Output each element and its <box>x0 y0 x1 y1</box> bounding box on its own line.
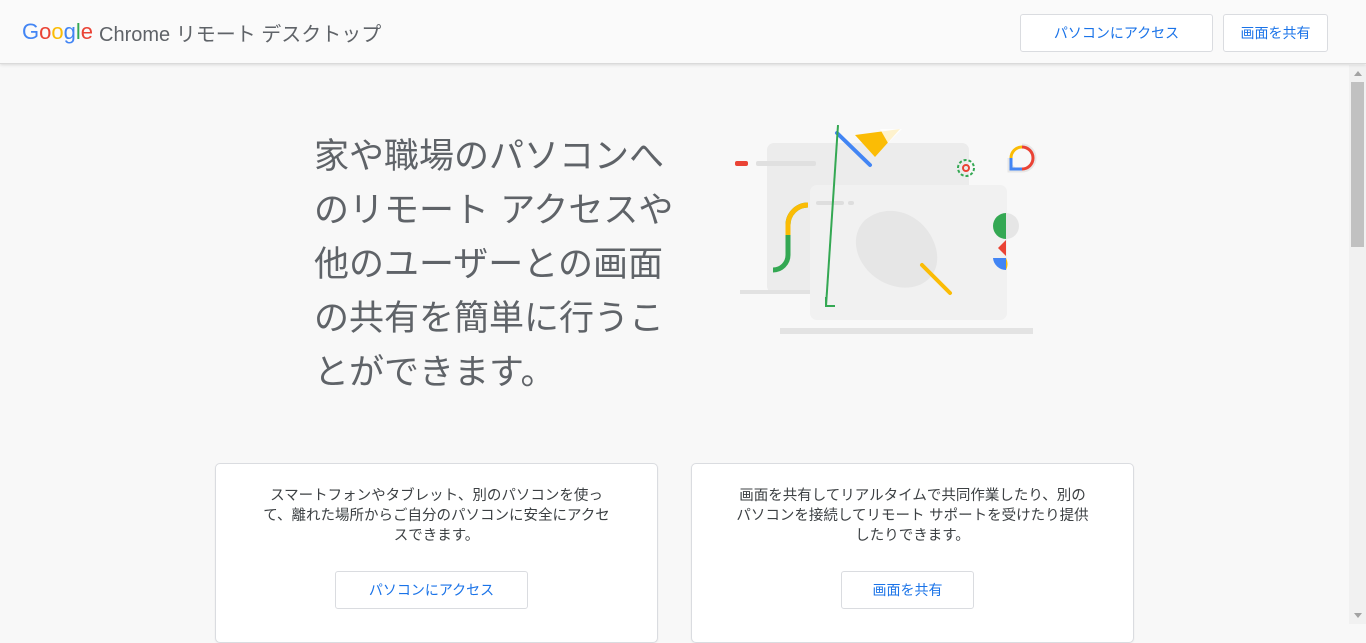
card-text-line: スできます。 <box>393 528 480 544</box>
hero-line: の共有を簡単に行うこ <box>314 299 665 339</box>
hero-line: のリモート アクセスや <box>314 191 674 231</box>
share-screen-button[interactable]: 画面を共有 <box>841 571 974 609</box>
hero-headline: 家や職場のパソコンへ のリモート アクセスや 他のユーザーとの画面 の共有を簡単… <box>314 130 704 400</box>
card-text-line: スマートフォンやタブレット、別のパソコンを使っ <box>270 488 603 504</box>
header-access-computer-button[interactable]: パソコンにアクセス <box>1020 14 1213 52</box>
hero-line: 家や職場のパソコンへ <box>314 137 665 177</box>
card-description: 画面を共有してリアルタイムで共同作業したり、別の パソコンを接続してリモート サ… <box>714 486 1111 546</box>
card-text-line: 画面を共有してリアルタイムで共同作業したり、別の <box>739 488 1086 504</box>
card-text-line: したりできます。 <box>855 528 970 544</box>
google-letter: o <box>39 19 52 44</box>
share-screen-card: 画面を共有してリアルタイムで共同作業したり、別の パソコンを接続してリモート サ… <box>691 463 1134 643</box>
scroll-thumb[interactable] <box>1351 82 1364 247</box>
product-name: Chrome リモート デスクトップ <box>99 23 382 46</box>
google-letter: G <box>22 19 40 44</box>
top-app-bar: Google Chrome リモート デスクトップ パソコンにアクセス 画面を共… <box>0 0 1366 64</box>
hero-line: とができます。 <box>314 353 556 393</box>
header-share-screen-button[interactable]: 画面を共有 <box>1223 14 1328 52</box>
access-computer-button[interactable]: パソコンにアクセス <box>335 571 528 609</box>
page-scrollbar[interactable] <box>1349 65 1366 624</box>
chrome-remote-desktop-logo[interactable]: Google Chrome リモート デスクトップ <box>22 17 381 47</box>
scroll-down-arrow-icon[interactable] <box>1349 607 1366 624</box>
hero-line: 他のユーザーとの画面 <box>314 245 663 285</box>
google-letter: o <box>51 19 64 44</box>
google-letter: g <box>63 19 76 44</box>
card-text-line: て、離れた場所からご自分のパソコンに安全にアクセ <box>263 508 610 524</box>
scroll-up-arrow-icon[interactable] <box>1349 65 1366 82</box>
access-computer-card: スマートフォンやタブレット、別のパソコンを使っ て、離れた場所からご自分のパソコ… <box>215 463 658 643</box>
remote-desktop-illustration <box>735 125 1037 334</box>
google-wordmark: Google <box>22 19 93 45</box>
card-description: スマートフォンやタブレット、別のパソコンを使っ て、離れた場所からご自分のパソコ… <box>238 486 635 546</box>
card-text-line: パソコンを接続してリモート サポートを受けたり提供 <box>736 508 1089 524</box>
google-letter: e <box>80 19 94 44</box>
